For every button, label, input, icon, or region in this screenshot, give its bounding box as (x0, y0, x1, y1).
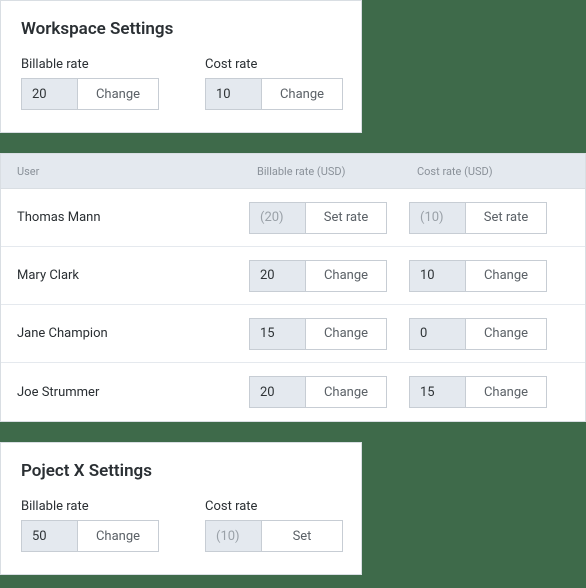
workspace-settings-card: Workspace Settings Billable rate 20 Chan… (0, 0, 362, 133)
users-rate-table: User Billable rate (USD) Cost rate (USD)… (0, 153, 586, 422)
project-billable-change-button[interactable]: Change (78, 521, 158, 551)
row-cost-button[interactable]: Change (466, 319, 546, 349)
user-name: Jane Champion (17, 326, 249, 341)
row-billable-value[interactable]: 20 (250, 261, 306, 291)
table-row: Jane Champion15Change0Change (1, 305, 585, 363)
project-settings-card: Poject X Settings Billable rate 50 Chang… (0, 442, 362, 575)
row-billable-button[interactable]: Change (306, 319, 386, 349)
row-cost-button[interactable]: Change (466, 377, 546, 407)
row-billable-button[interactable]: Change (306, 261, 386, 291)
row-cost-button[interactable]: Set rate (466, 203, 546, 233)
workspace-cost-block: Cost rate 10 Change (205, 57, 343, 110)
row-cost-control: 10Change (409, 260, 547, 292)
row-cost-control: 15Change (409, 376, 547, 408)
row-cost-cell: 15Change (409, 376, 569, 408)
row-billable-button[interactable]: Change (306, 377, 386, 407)
project-cost-label: Cost rate (205, 499, 343, 514)
row-cost-value[interactable]: 15 (410, 377, 466, 407)
project-title: Poject X Settings (21, 461, 341, 481)
row-billable-cell: (20)Set rate (249, 202, 409, 234)
workspace-billable-change-button[interactable]: Change (78, 79, 158, 109)
table-header-user: User (17, 165, 249, 178)
row-billable-control: 15Change (249, 318, 387, 350)
row-billable-value[interactable]: 15 (250, 319, 306, 349)
workspace-billable-value[interactable]: 20 (22, 79, 78, 109)
row-billable-cell: 15Change (249, 318, 409, 350)
project-cost-block: Cost rate (10) Set (205, 499, 343, 552)
project-billable-label: Billable rate (21, 499, 159, 514)
row-cost-cell: 10Change (409, 260, 569, 292)
project-cost-value[interactable]: (10) (206, 521, 262, 551)
row-billable-cell: 20Change (249, 376, 409, 408)
user-name: Thomas Mann (17, 210, 249, 225)
row-cost-control: (10)Set rate (409, 202, 547, 234)
workspace-billable-block: Billable rate 20 Change (21, 57, 159, 110)
project-billable-block: Billable rate 50 Change (21, 499, 159, 552)
user-name: Mary Clark (17, 268, 249, 283)
row-billable-control: 20Change (249, 260, 387, 292)
workspace-title: Workspace Settings (21, 19, 341, 39)
row-billable-value[interactable]: 20 (250, 377, 306, 407)
workspace-cost-label: Cost rate (205, 57, 343, 72)
table-header: User Billable rate (USD) Cost rate (USD) (1, 153, 585, 189)
row-cost-cell: (10)Set rate (409, 202, 569, 234)
row-billable-button[interactable]: Set rate (306, 203, 386, 233)
workspace-cost-control: 10 Change (205, 78, 343, 110)
row-cost-value[interactable]: (10) (410, 203, 466, 233)
project-billable-control: 50 Change (21, 520, 159, 552)
workspace-cost-change-button[interactable]: Change (262, 79, 342, 109)
workspace-billable-label: Billable rate (21, 57, 159, 72)
table-header-cost: Cost rate (USD) (409, 165, 569, 178)
workspace-billable-control: 20 Change (21, 78, 159, 110)
row-cost-button[interactable]: Change (466, 261, 546, 291)
row-cost-value[interactable]: 10 (410, 261, 466, 291)
row-billable-control: 20Change (249, 376, 387, 408)
workspace-cost-value[interactable]: 10 (206, 79, 262, 109)
table-row: Joe Strummer20Change15Change (1, 363, 585, 421)
row-billable-control: (20)Set rate (249, 202, 387, 234)
table-row: Thomas Mann(20)Set rate(10)Set rate (1, 189, 585, 247)
row-billable-cell: 20Change (249, 260, 409, 292)
project-cost-set-button[interactable]: Set (262, 521, 342, 551)
row-cost-cell: 0Change (409, 318, 569, 350)
user-name: Joe Strummer (17, 385, 249, 400)
project-billable-value[interactable]: 50 (22, 521, 78, 551)
table-row: Mary Clark20Change10Change (1, 247, 585, 305)
row-cost-control: 0Change (409, 318, 547, 350)
row-cost-value[interactable]: 0 (410, 319, 466, 349)
project-cost-control: (10) Set (205, 520, 343, 552)
row-billable-value[interactable]: (20) (250, 203, 306, 233)
table-header-billable: Billable rate (USD) (249, 165, 409, 178)
